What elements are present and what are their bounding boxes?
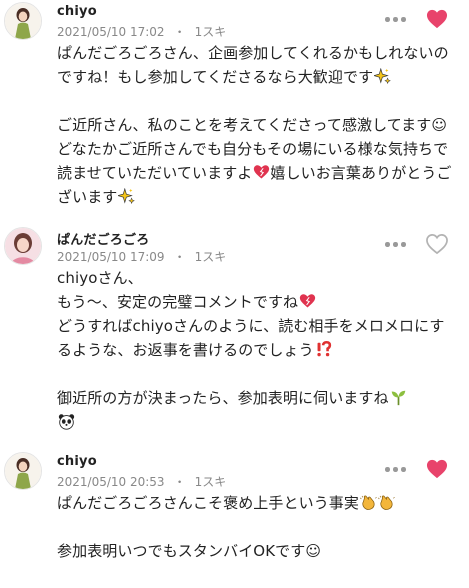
comment-body: chiyoさん、 もう～、安定の完璧コメントですね どうすればchiyoさんのよ… (57, 266, 459, 434)
comment-body: ぱんだごろごろさんこそ褒め上手という事実 参加表明いつでもスタンバイOKです☺ (57, 491, 459, 563)
dot (393, 467, 398, 472)
dot (393, 242, 398, 247)
dot (401, 467, 406, 472)
meta-separator: ・ (173, 25, 186, 39)
comment-text: chiyoさん、 もう～、安定の完璧コメントですね (57, 269, 299, 311)
exclamation-question-emoji (315, 340, 332, 358)
comment-meta: 2021/05/10 17:02 ・ 1スキ (57, 23, 226, 40)
panda-emoji (58, 413, 75, 430)
clapping-hands-emoji (360, 494, 377, 511)
comment-author[interactable]: chiyo (57, 4, 97, 19)
comment-text: 参加表明いつでもスタンバイOKです☺ (57, 542, 322, 560)
like-heart-filled-icon[interactable] (425, 8, 449, 30)
seedling-emoji (390, 389, 407, 406)
like-heart-outline-icon[interactable] (425, 233, 449, 255)
more-options-icon[interactable] (384, 239, 408, 249)
like-count: 1スキ (194, 475, 227, 489)
more-options-icon[interactable] (384, 464, 408, 474)
dot (393, 17, 398, 22)
more-options-icon[interactable] (384, 14, 408, 24)
comment-text: ぱんだごろごろさんこそ褒め上手という事実 (57, 494, 360, 512)
meta-separator: ・ (173, 250, 186, 264)
avatar-pink-portrait-icon[interactable] (4, 227, 42, 265)
like-count: 1スキ (194, 25, 227, 39)
avatar-green-dress-icon[interactable] (4, 2, 42, 40)
comment-date: 2021/05/10 17:02 (57, 25, 165, 39)
comment-author[interactable]: chiyo (57, 454, 97, 469)
sparkles-emoji (372, 67, 392, 85)
dot (385, 17, 390, 22)
comment-meta: 2021/05/10 20:53 ・ 1スキ (57, 473, 226, 490)
clapping-hands-emoji (378, 494, 395, 511)
dot (401, 17, 406, 22)
comment-date: 2021/05/10 20:53 (57, 475, 165, 489)
comment-author[interactable]: ぱんだごろごろ (57, 229, 149, 248)
meta-separator: ・ (173, 475, 186, 489)
dot (385, 242, 390, 247)
comment-meta: 2021/05/10 17:09 ・ 1スキ (57, 248, 226, 265)
comment-text: 御近所の方が決まったら、参加表明に伺いますね (57, 389, 389, 407)
comment-body: ぱんだごろごろさん、企画参加してくれるかもしれないのですね！もし参加してくださる… (57, 41, 459, 209)
heart-emoji (253, 164, 270, 181)
heart-emoji (299, 293, 316, 310)
like-heart-filled-icon[interactable] (425, 458, 449, 480)
dot (385, 467, 390, 472)
avatar-green-dress-icon[interactable] (4, 452, 42, 490)
sparkles-emoji (117, 187, 136, 205)
comment-date: 2021/05/10 17:09 (57, 250, 165, 264)
dot (401, 242, 406, 247)
comment-text: どうすればchiyoさんのように、読む相手をメロメロにするような、お返事を書ける… (57, 317, 445, 359)
like-count: 1スキ (194, 250, 227, 264)
